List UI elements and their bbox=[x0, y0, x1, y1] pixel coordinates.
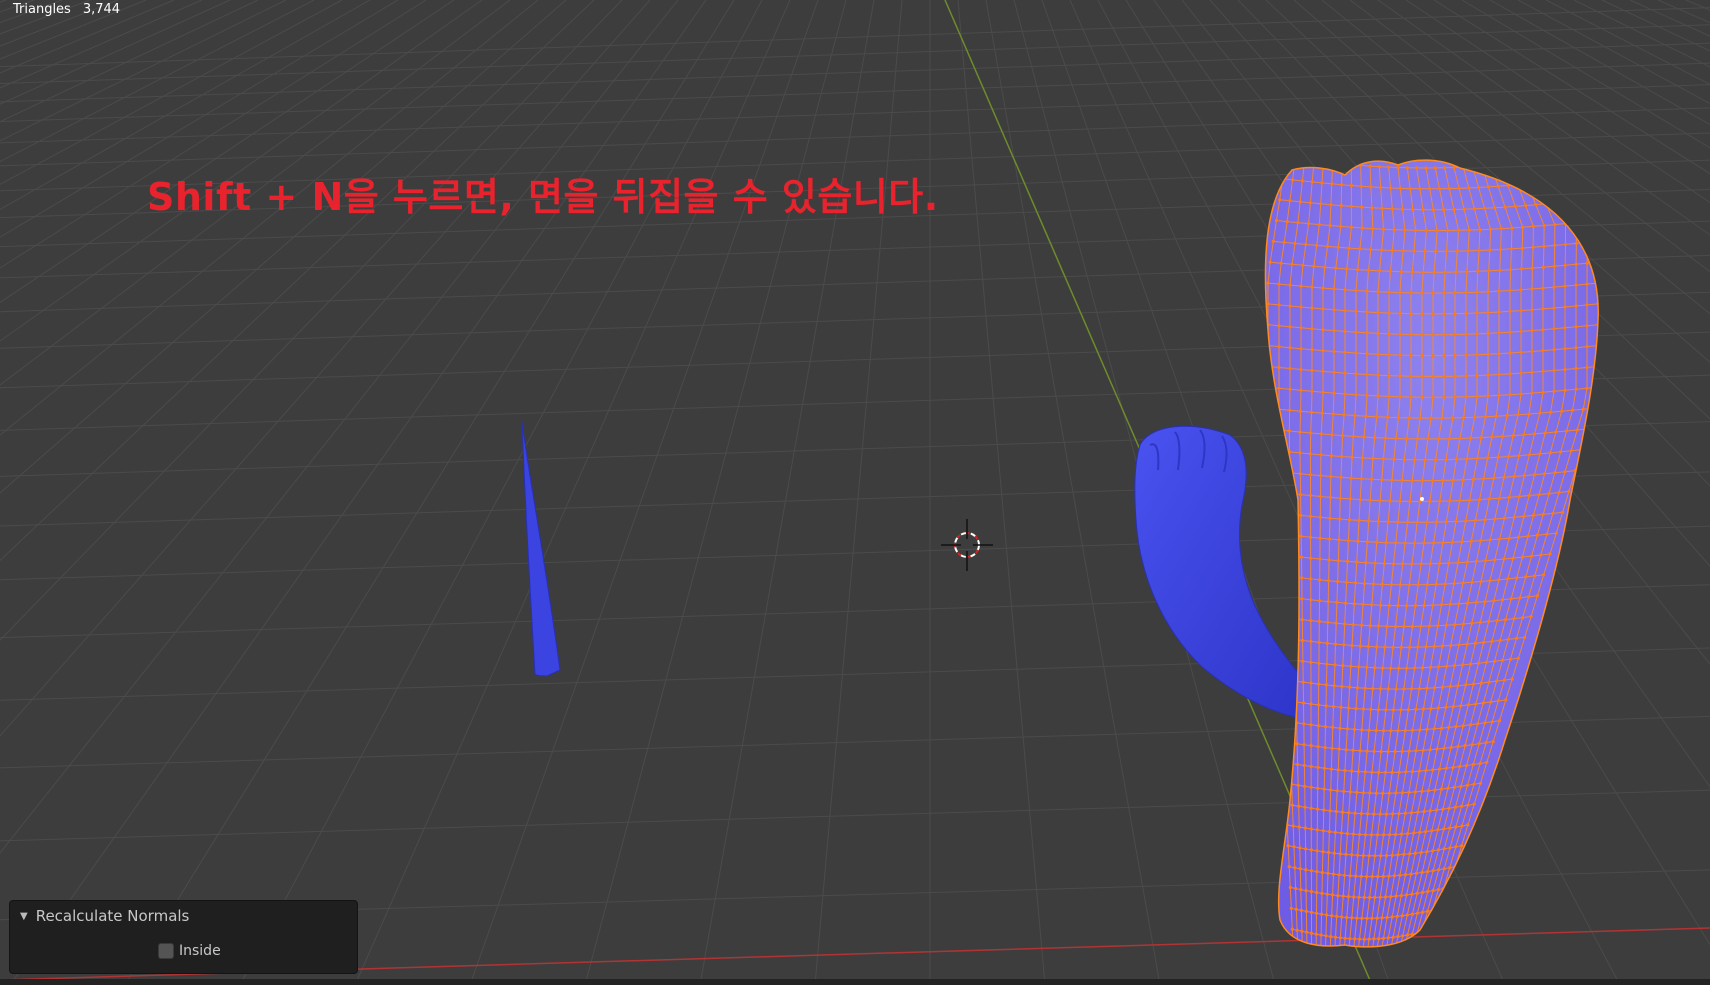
tutorial-caption: Shift + N을 누르면, 면을 뒤집을 수 있습니다. bbox=[147, 175, 939, 219]
inside-checkbox[interactable] bbox=[158, 943, 174, 959]
viewport-canvas[interactable] bbox=[0, 0, 1710, 985]
inside-option[interactable]: Inside bbox=[158, 943, 221, 959]
triangles-count: 3,744 bbox=[82, 2, 121, 17]
object-origin-dot bbox=[1420, 497, 1424, 501]
inside-label: Inside bbox=[179, 943, 221, 959]
triangles-label: Triangles bbox=[13, 2, 71, 17]
viewport-bottom-edge bbox=[0, 979, 1710, 985]
3d-viewport[interactable] bbox=[0, 0, 1710, 985]
viewport-statistics: Triangles 3,744 bbox=[13, 2, 120, 17]
triangle-down-icon: ▼ bbox=[20, 910, 28, 922]
operator-panel-header[interactable]: ▼ Recalculate Normals bbox=[20, 907, 189, 925]
operator-redo-panel: ▼ Recalculate Normals Inside bbox=[9, 900, 358, 974]
operator-title: Recalculate Normals bbox=[35, 907, 190, 925]
